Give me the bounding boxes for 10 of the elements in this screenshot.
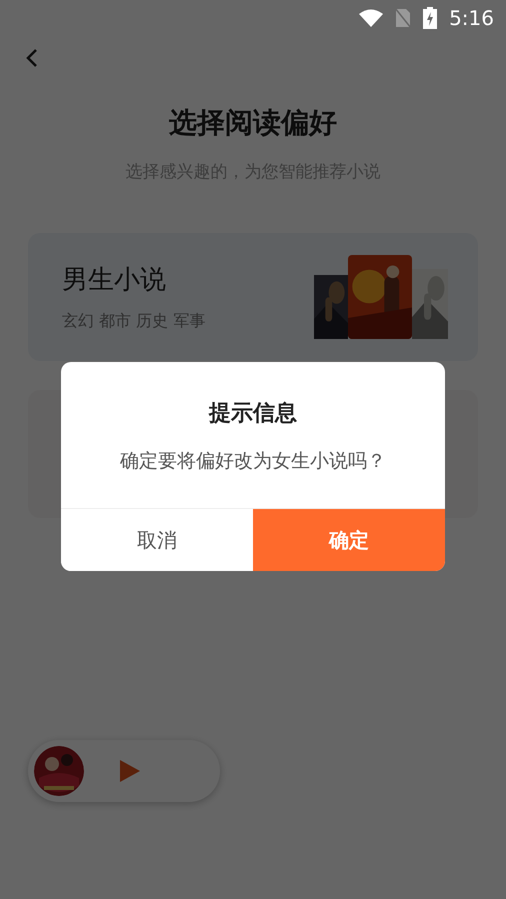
status-time: 5:16 — [449, 6, 494, 30]
battery-charging-icon — [423, 7, 438, 29]
play-icon[interactable] — [118, 759, 142, 783]
dialog-message: 确定要将偏好改为女生小说吗？ — [119, 449, 387, 474]
page-title: 选择阅读偏好 — [168, 105, 338, 141]
dialog-title: 提示信息 — [208, 400, 298, 428]
no-sim-icon — [395, 8, 412, 28]
wifi-icon — [359, 9, 384, 27]
confirm-button[interactable]: 确定 — [253, 509, 445, 571]
category-name: 男生小说 — [62, 264, 167, 297]
